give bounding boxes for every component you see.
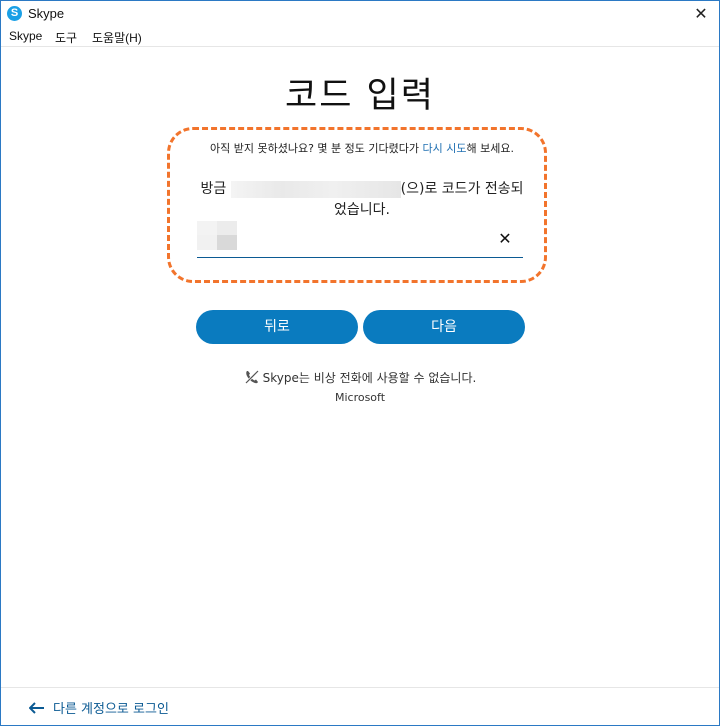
redacted-code-value <box>197 221 237 250</box>
close-button[interactable]: ✕ <box>689 3 713 25</box>
vendor-label: Microsoft <box>334 391 386 404</box>
menu-item-skype[interactable]: Skype <box>9 29 42 43</box>
footer: 다른 계정으로 로그인 <box>1 687 719 726</box>
hint-text-suffix: 해 보세요. <box>466 142 514 155</box>
back-button[interactable]: 뒤로 <box>196 310 358 344</box>
window-title: Skype <box>28 6 65 21</box>
close-icon: ✕ <box>694 4 708 23</box>
other-account-login-link[interactable]: 다른 계정으로 로그인 <box>29 698 169 717</box>
skype-window: S Skype ✕ Skype 도구 도움말(H) 코드 입력 아직 받지 못하… <box>0 0 720 726</box>
menu-item-tools[interactable]: 도구 <box>55 29 77 46</box>
arrow-left-icon <box>29 702 44 714</box>
resend-hint: 아직 받지 못하셨나요? 몇 분 정도 기다렸다가 다시 시도해 보세요. <box>197 141 527 156</box>
emergency-notice-text: Skype는 비상 전화에 사용할 수 없습니다. <box>262 371 477 385</box>
page-title: 코드 입력 <box>285 76 435 116</box>
no-emergency-call-icon <box>244 370 259 384</box>
title-bar: S Skype ✕ <box>1 1 719 27</box>
other-account-login-label: 다른 계정으로 로그인 <box>53 702 169 717</box>
menu-item-help[interactable]: 도움말(H) <box>92 29 142 46</box>
emergency-notice: Skype는 비상 전화에 사용할 수 없습니다. <box>1 369 719 386</box>
clear-input-icon[interactable]: ✕ <box>497 231 513 247</box>
skype-logo-icon: S <box>7 6 22 21</box>
redacted-phone-number <box>230 180 401 198</box>
next-button[interactable]: 다음 <box>363 310 525 344</box>
retry-link[interactable]: 다시 시도 <box>423 142 467 155</box>
sent-prefix: 방금 <box>200 181 231 197</box>
code-sent-message: 방금 (으)로 코드가 전송되었습니다. <box>197 179 527 221</box>
verification-code-input[interactable]: ✕ <box>197 221 523 258</box>
menu-bar: Skype 도구 도움말(H) <box>1 27 719 47</box>
hint-text-prefix: 아직 받지 못하셨나요? 몇 분 정도 기다렸다가 <box>210 142 423 155</box>
